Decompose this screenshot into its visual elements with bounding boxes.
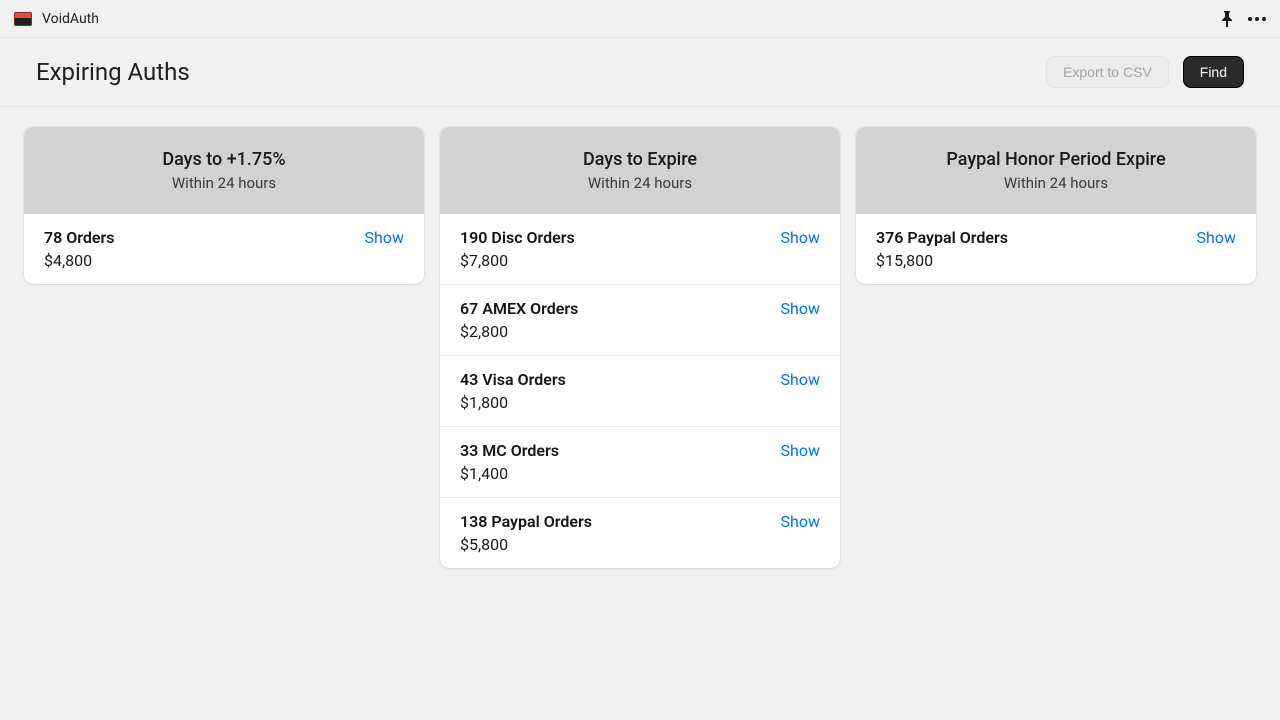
- top-bar: VoidAuth: [0, 0, 1280, 38]
- cards-container: Days to +1.75% Within 24 hours 78 Orders $4…: [0, 107, 1280, 588]
- row-amount: $2,800: [460, 322, 578, 341]
- row-amount: $1,400: [460, 464, 559, 483]
- summary-card: Days to Expire Within 24 hours 190 Disc Or…: [440, 127, 840, 568]
- row-text: 376 Paypal Orders $15,800: [876, 228, 1008, 270]
- card-header: Days to +1.75% Within 24 hours: [24, 127, 424, 214]
- app-name: VoidAuth: [42, 11, 99, 27]
- more-icon[interactable]: [1248, 17, 1266, 21]
- row-title: 190 Disc Orders: [460, 228, 575, 247]
- card-subtitle: Within 24 hours: [450, 174, 830, 192]
- summary-card: Days to +1.75% Within 24 hours 78 Orders $4…: [24, 127, 424, 284]
- card-title: Paypal Honor Period Expire: [866, 149, 1246, 170]
- row-text: 67 AMEX Orders $2,800: [460, 299, 578, 341]
- show-link[interactable]: Show: [1197, 228, 1236, 247]
- app-icon: [14, 12, 32, 26]
- card-row: 33 MC Orders $1,400 Show: [440, 426, 840, 497]
- card-title: Days to Expire: [450, 149, 830, 170]
- row-amount: $4,800: [44, 251, 115, 270]
- card-row: 43 Visa Orders $1,800 Show: [440, 355, 840, 426]
- show-link[interactable]: Show: [781, 512, 820, 531]
- page-title: Expiring Auths: [36, 58, 190, 86]
- show-link[interactable]: Show: [365, 228, 404, 247]
- export-csv-button[interactable]: Export to CSV: [1046, 56, 1169, 88]
- row-amount: $1,800: [460, 393, 566, 412]
- row-title: 376 Paypal Orders: [876, 228, 1008, 247]
- card-header: Days to Expire Within 24 hours: [440, 127, 840, 214]
- row-amount: $5,800: [460, 535, 592, 554]
- row-text: 43 Visa Orders $1,800: [460, 370, 566, 412]
- card-row: 78 Orders $4,800 Show: [24, 214, 424, 284]
- card-title: Days to +1.75%: [34, 149, 414, 170]
- card-row: 138 Paypal Orders $5,800 Show: [440, 497, 840, 568]
- card-body: 190 Disc Orders $7,800 Show 67 AMEX Orders $…: [440, 214, 840, 568]
- row-text: 138 Paypal Orders $5,800: [460, 512, 592, 554]
- page-header: Expiring Auths Export to CSV Find: [0, 38, 1280, 107]
- card-row: 67 AMEX Orders $2,800 Show: [440, 284, 840, 355]
- card-body: 376 Paypal Orders $15,800 Show: [856, 214, 1256, 284]
- card-subtitle: Within 24 hours: [866, 174, 1246, 192]
- summary-card: Paypal Honor Period Expire Within 24 hour…: [856, 127, 1256, 284]
- row-text: 33 MC Orders $1,400: [460, 441, 559, 483]
- card-subtitle: Within 24 hours: [34, 174, 414, 192]
- card-row: 376 Paypal Orders $15,800 Show: [856, 214, 1256, 284]
- row-title: 67 AMEX Orders: [460, 299, 578, 318]
- row-amount: $7,800: [460, 251, 575, 270]
- row-text: 78 Orders $4,800: [44, 228, 115, 270]
- card-body: 78 Orders $4,800 Show: [24, 214, 424, 284]
- row-text: 190 Disc Orders $7,800: [460, 228, 575, 270]
- row-title: 33 MC Orders: [460, 441, 559, 460]
- card-row: 190 Disc Orders $7,800 Show: [440, 214, 840, 284]
- show-link[interactable]: Show: [781, 228, 820, 247]
- find-button[interactable]: Find: [1183, 56, 1244, 88]
- row-amount: $15,800: [876, 251, 1008, 270]
- card-header: Paypal Honor Period Expire Within 24 hour…: [856, 127, 1256, 214]
- show-link[interactable]: Show: [781, 441, 820, 460]
- row-title: 78 Orders: [44, 228, 115, 247]
- pin-icon[interactable]: [1220, 11, 1234, 27]
- row-title: 43 Visa Orders: [460, 370, 566, 389]
- show-link[interactable]: Show: [781, 299, 820, 318]
- show-link[interactable]: Show: [781, 370, 820, 389]
- row-title: 138 Paypal Orders: [460, 512, 592, 531]
